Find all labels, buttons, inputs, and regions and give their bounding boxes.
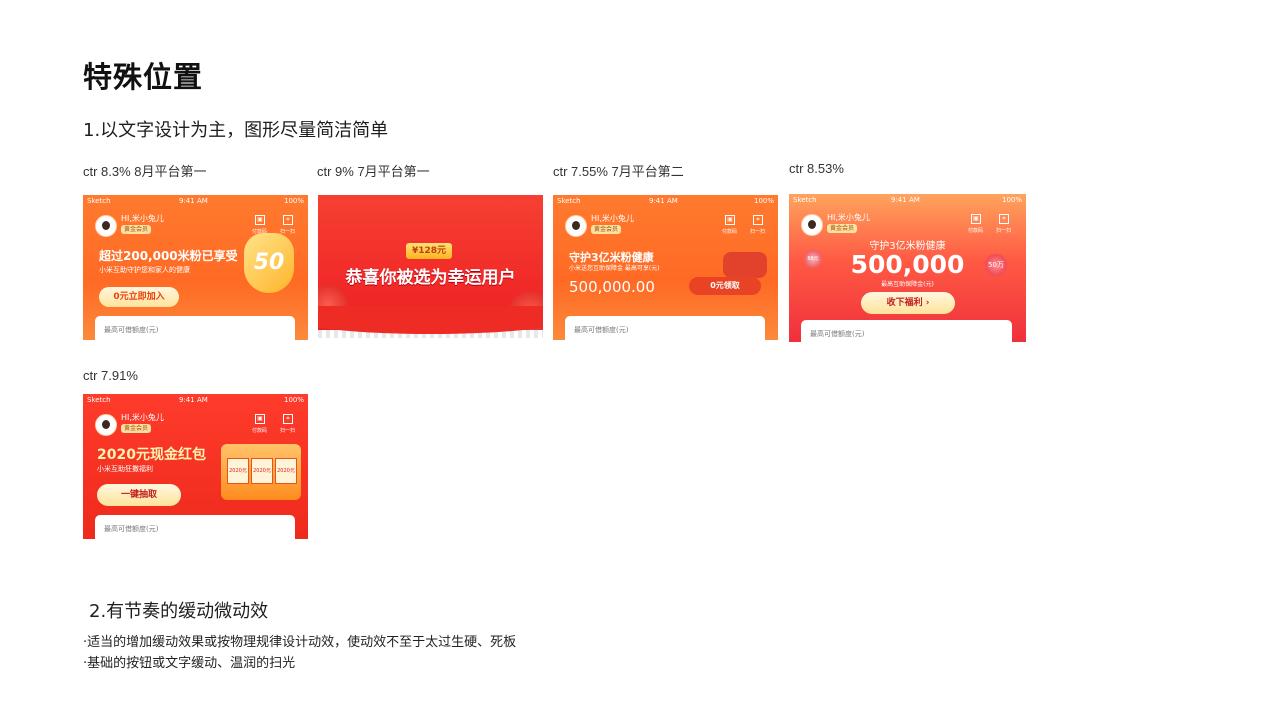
shield-50-icon: 50	[244, 233, 294, 293]
vip-badge: 黄金会员	[121, 424, 152, 433]
slot-window: 2020元	[275, 458, 297, 484]
scan-label: 扫一扫	[750, 229, 766, 235]
pay-code-label: 付款码	[252, 428, 268, 434]
card-caption-5: ctr 7.91%	[83, 368, 138, 383]
card-amount: 500,000	[850, 250, 965, 279]
banner-card-1[interactable]: Sketch 9:41 AM 100% HI,米小兔儿 黄金会员 ▣ 付款码 ⌗…	[83, 195, 308, 340]
greeting: HI,米小兔儿	[121, 413, 164, 422]
card-headline: 2020元现金红包	[97, 447, 206, 463]
credit-panel: 最高可借额度(元)	[95, 316, 295, 340]
collect-button[interactable]: 收下福利 ›	[861, 292, 955, 314]
status-battery: 100%	[753, 197, 774, 205]
section-title-2: 2.有节奏的缓动微动效	[89, 601, 269, 622]
wave-decoration	[318, 306, 543, 334]
status-time: 9:41 AM	[649, 197, 678, 205]
bullet-item: ·基础的按钮或文字缓动、温润的扫光	[83, 656, 296, 671]
status-battery: 100%	[283, 396, 304, 404]
status-bar: Sketch 9:41 AM 100%	[553, 197, 778, 208]
vip-badge: 黄金会员	[121, 225, 152, 234]
status-carrier: Sketch	[793, 196, 817, 204]
credit-panel: 最高可借额度(元)	[95, 515, 295, 539]
scan-icon[interactable]: ⌗	[999, 214, 1009, 224]
gift-box-icon	[723, 252, 767, 278]
pay-code-icon[interactable]: ▣	[725, 215, 735, 225]
card-subtitle: 小米互助狂撒福利	[97, 465, 153, 473]
pay-code-icon[interactable]: ▣	[255, 215, 265, 225]
card-headline: 恭喜你被选为幸运用户	[345, 268, 516, 288]
status-bar: Sketch 9:41 AM 100%	[789, 196, 1026, 207]
slot-window: 2020元	[251, 458, 273, 484]
greeting: HI,米小兔儿	[827, 213, 870, 222]
avatar	[801, 214, 823, 236]
banner-card-4[interactable]: Sketch 9:41 AM 100% HI,米小兔儿 黄金会员 ▣ 付款码 ⌗…	[789, 194, 1026, 342]
banner-card-2[interactable]: ¥128元 恭喜你被选为幸运用户	[318, 195, 543, 338]
status-carrier: Sketch	[557, 197, 581, 205]
claim-button[interactable]: 0元领取	[689, 277, 761, 295]
avatar	[95, 215, 117, 237]
pay-code-label: 付款码	[968, 228, 984, 234]
credit-label: 最高可借额度(元)	[574, 326, 629, 334]
credit-label: 最高可借额度(元)	[104, 525, 159, 533]
scan-label: 扫一扫	[280, 428, 296, 434]
join-button[interactable]: 0元立即加入	[99, 287, 179, 307]
slot-machine-icon: 2020元 2020元 2020元	[221, 444, 301, 500]
red-packet-badge: ¥128元	[406, 243, 452, 259]
section-title-1: 1.以文字设计为主，图形尽量简洁简单	[83, 120, 389, 141]
page-title: 特殊位置	[83, 60, 204, 94]
card-headline: 超过200,000米粉已享受	[99, 249, 238, 263]
banner-card-5[interactable]: Sketch 9:41 AM 100% HI,米小兔儿 黄金会员 ▣ 付款码 ⌗…	[83, 394, 308, 539]
card-caption-3: ctr 7.55% 7月平台第二	[553, 164, 684, 179]
status-carrier: Sketch	[87, 396, 111, 404]
credit-label: 最高可借额度(元)	[104, 326, 159, 334]
scan-icon[interactable]: ⌗	[753, 215, 763, 225]
status-carrier: Sketch	[87, 197, 111, 205]
vip-badge: 黄金会员	[591, 225, 622, 234]
status-battery: 100%	[1001, 196, 1022, 204]
card-caption-2: ctr 9% 7月平台第一	[317, 164, 430, 179]
draw-button[interactable]: 一键抽取	[97, 484, 181, 506]
card-subtitle: 小米送您互助保障金 最高可享(元)	[569, 265, 660, 272]
status-bar: Sketch 9:41 AM 100%	[83, 396, 308, 407]
credit-panel: 最高可借额度(元)	[801, 320, 1012, 342]
status-battery: 100%	[283, 197, 304, 205]
scan-label: 扫一扫	[996, 228, 1012, 234]
credit-label: 最高可借额度(元)	[810, 330, 865, 338]
card-caption-4: ctr 8.53%	[789, 161, 844, 176]
slot-window: 2020元	[227, 458, 249, 484]
vip-badge: 黄金会员	[827, 224, 858, 233]
greeting: HI,米小兔儿	[121, 214, 164, 223]
scan-icon[interactable]: ⌗	[283, 215, 293, 225]
card-caption-1: ctr 8.3% 8月平台第一	[83, 164, 207, 179]
pay-code-icon[interactable]: ▣	[971, 214, 981, 224]
greeting: HI,米小兔儿	[591, 214, 634, 223]
card-subtitle: 最高互助保障金(元)	[881, 281, 934, 288]
pay-code-icon[interactable]: ▣	[255, 414, 265, 424]
banner-card-3[interactable]: Sketch 9:41 AM 100% HI,米小兔儿 黄金会员 ▣ 付款码 ⌗…	[553, 195, 778, 340]
scan-icon[interactable]: ⌗	[283, 414, 293, 424]
credit-panel: 最高可借额度(元)	[565, 316, 765, 340]
status-time: 9:41 AM	[179, 396, 208, 404]
status-bar: Sketch 9:41 AM 100%	[83, 197, 308, 208]
bullet-item: ·适当的增加缓动效果或按物理规律设计动效，使动效不至于太过生硬、死板	[83, 635, 517, 650]
status-time: 9:41 AM	[891, 196, 920, 204]
card-subtitle: 小米互助守护您和家人的健康	[99, 266, 190, 274]
avatar	[565, 215, 587, 237]
pay-code-label: 付款码	[722, 229, 738, 235]
card-amount: 500,000.00	[569, 278, 655, 296]
avatar	[95, 414, 117, 436]
status-time: 9:41 AM	[179, 197, 208, 205]
